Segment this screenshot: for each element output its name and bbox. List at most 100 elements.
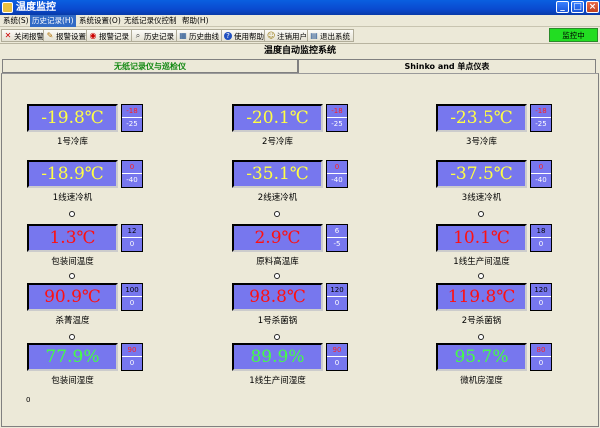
menu-help[interactable]: 帮助(H)	[180, 15, 211, 27]
lower-limit: -25	[126, 120, 138, 128]
readout-raw-material-store: 2.9℃ 6 -5 原料高温库	[232, 224, 352, 267]
upper-limit: 120	[531, 284, 551, 297]
status-indicator	[478, 273, 484, 279]
limit-box: 0 -40	[530, 160, 552, 188]
reading-value: -35.1℃	[232, 160, 323, 188]
history-curve-label: 历史曲线	[189, 32, 219, 41]
user-icon: ☺	[267, 31, 276, 40]
upper-limit: 0	[327, 161, 347, 174]
alarm-records-button[interactable]: ◉ 报警记录	[86, 29, 133, 42]
readout-label: 杀菁温度	[55, 316, 90, 326]
reading-value: 2.9℃	[232, 224, 323, 252]
lower-limit: 0	[538, 299, 544, 307]
app-icon	[2, 2, 13, 13]
readout-label: 2号杀菌锅	[461, 316, 502, 326]
upper-limit: -18	[531, 105, 551, 118]
menu-recorder-control[interactable]: 无纸记录仪控制	[122, 15, 179, 27]
toolbar: ✕ 关闭报警 ✎ 报警设置 ◉ 报警记录 ⌕ 历史记录 ▦ 历史曲线 ? 使用帮…	[0, 27, 600, 44]
chart-icon: ▦	[179, 31, 187, 40]
exit-icon: ▤	[310, 31, 318, 40]
bell-off-icon: ✕	[4, 31, 12, 40]
limit-box: 0 -40	[326, 160, 348, 188]
page-title: 温度自动监控系统	[263, 46, 336, 56]
menu-system[interactable]: 系统(S)	[1, 15, 31, 27]
reading-value: 77.9%	[27, 343, 118, 371]
upper-limit: 90	[327, 344, 347, 357]
close-button[interactable]: ×	[586, 1, 599, 13]
readout-label: 原料高温库	[256, 257, 299, 267]
upper-limit: 90	[122, 344, 142, 357]
alarm-settings-button[interactable]: ✎ 报警设置	[43, 29, 90, 42]
menu-history[interactable]: 历史记录(H)	[30, 15, 76, 27]
upper-limit: 12	[122, 225, 142, 238]
upper-limit: 100	[122, 284, 142, 297]
status-indicator	[478, 334, 484, 340]
lower-limit: -40	[331, 176, 343, 184]
footer-value: 0	[26, 396, 31, 404]
reading-value: -23.5℃	[436, 104, 527, 132]
tab-shinko-single[interactable]: Shinko and 单点仪表	[298, 59, 596, 73]
history-records-button[interactable]: ⌕ 历史记录	[131, 29, 178, 42]
upper-limit: 0	[122, 161, 142, 174]
window-title: 温度监控	[16, 2, 56, 13]
readout-blanching-temp: 90.9℃ 100 0 杀菁温度	[27, 283, 147, 326]
close-alarm-button[interactable]: ✕ 关闭报警	[1, 29, 48, 42]
readout-label: 包装间湿度	[51, 376, 94, 386]
alarm-icon: ◉	[89, 31, 97, 40]
readout-cold-store-1: -19.8℃ -18 -25 1号冷库	[27, 104, 147, 147]
reading-value: -20.1℃	[232, 104, 323, 132]
limit-box: 18 0	[530, 224, 552, 252]
readout-label: 1线生产间温度	[453, 257, 510, 267]
pencil-icon: ✎	[46, 31, 54, 40]
logout-user-button[interactable]: ☺ 注销用户	[264, 29, 311, 42]
upper-limit: 120	[327, 284, 347, 297]
limit-box: 6 -5	[326, 224, 348, 252]
readout-label: 1号杀菌锅	[257, 316, 298, 326]
limit-box: 100 0	[121, 283, 143, 311]
readout-label: 1线生产间湿度	[249, 376, 306, 386]
readout-label: 1线速冷机	[52, 193, 93, 203]
limit-box: 80 0	[530, 343, 552, 371]
status-indicator	[69, 211, 75, 217]
lower-limit: 0	[538, 240, 544, 248]
upper-limit: 18	[531, 225, 551, 238]
limit-box: 0 -40	[121, 160, 143, 188]
readout-line2-freezer: -35.1℃ 0 -40 2线速冷机	[232, 160, 352, 203]
menu-settings[interactable]: 系统设置(O)	[77, 15, 123, 27]
limit-box: 12 0	[121, 224, 143, 252]
readout-label: 3号冷库	[466, 137, 497, 147]
history-curve-button[interactable]: ▦ 历史曲线	[176, 29, 223, 42]
exit-system-button[interactable]: ▤ 退出系统	[307, 29, 354, 42]
app-window: 温度监控 _ □ × 系统(S) 历史记录(H) 系统设置(O) 无纸记录仪控制…	[0, 0, 600, 428]
status-indicator	[274, 334, 280, 340]
readout-packing-humidity: 77.9% 90 0 包装间湿度	[27, 343, 147, 386]
upper-limit: -18	[122, 105, 142, 118]
reading-value: 95.7%	[436, 343, 527, 371]
readout-label: 包装间温度	[51, 257, 94, 267]
title-bar[interactable]: 温度监控 _ □ ×	[0, 0, 600, 15]
readout-computer-room-humidity: 95.7% 80 0 微机房湿度	[436, 343, 556, 386]
upper-limit: 6	[327, 225, 347, 238]
maximize-button[interactable]: □	[571, 1, 584, 13]
status-indicator	[69, 273, 75, 279]
lower-limit: 0	[538, 359, 544, 367]
limit-box: -18 -25	[530, 104, 552, 132]
lower-limit: -40	[535, 176, 547, 184]
exit-system-label: 退出系统	[320, 32, 350, 41]
readout-label: 3线速冷机	[461, 193, 502, 203]
user-help-label: 使用帮助	[234, 32, 264, 41]
menu-bar: 系统(S) 历史记录(H) 系统设置(O) 无纸记录仪控制 帮助(H)	[0, 15, 600, 27]
reading-value: 90.9℃	[27, 283, 118, 311]
alarm-settings-label: 报警设置	[56, 32, 86, 41]
minimize-button[interactable]: _	[556, 1, 569, 13]
user-help-button[interactable]: ? 使用帮助	[221, 29, 268, 42]
reading-value: 119.8℃	[436, 283, 527, 311]
limit-box: -18 -25	[326, 104, 348, 132]
readout-packing-temp: 1.3℃ 12 0 包装间温度	[27, 224, 147, 267]
readout-line1-workshop-humidity: 89.9% 90 0 1线生产间湿度	[232, 343, 352, 386]
reading-value: 98.8℃	[232, 283, 323, 311]
reading-value: -18.9℃	[27, 160, 118, 188]
tab-paperless-recorder[interactable]: 无纸记录仪与巡检仪	[2, 59, 298, 73]
limit-box: 120 0	[326, 283, 348, 311]
readout-cold-store-3: -23.5℃ -18 -25 3号冷库	[436, 104, 556, 147]
